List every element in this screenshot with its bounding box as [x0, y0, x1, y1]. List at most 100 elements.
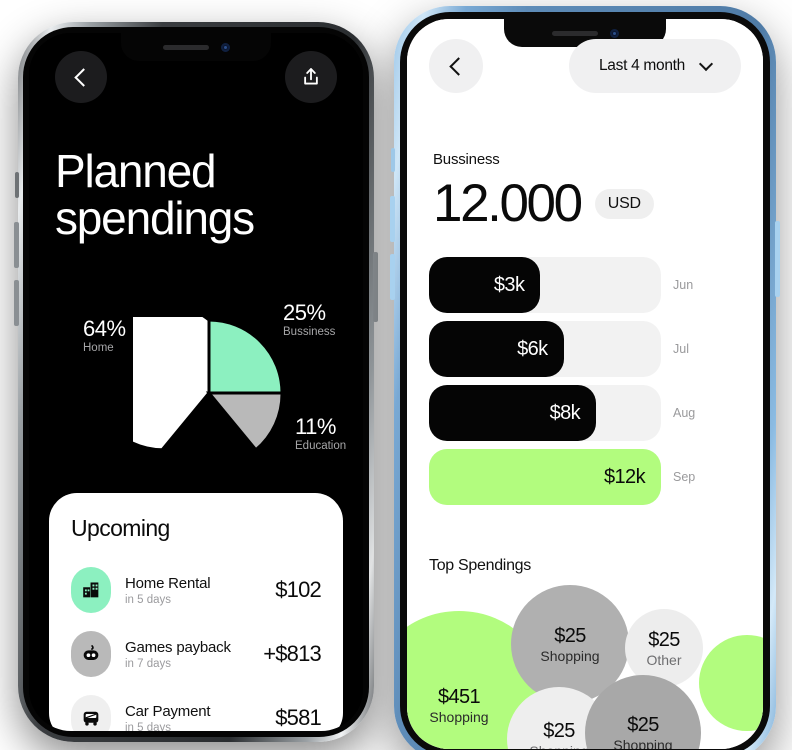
chevron-left-icon: [74, 67, 93, 87]
period-selector-label: Last 4 month: [598, 57, 685, 74]
back-button[interactable]: [55, 51, 107, 103]
list-item-name: Home Rental: [125, 574, 211, 592]
phone-left-screen: Planned spendings 64% Home 25% Bussiness…: [29, 33, 363, 731]
bar-track: $3k: [429, 257, 661, 313]
bar-track: $6k: [429, 321, 661, 377]
pie-label-education: 11% Education: [295, 415, 346, 452]
list-item-name: Games payback: [125, 638, 231, 656]
list-item-name: Car Payment: [125, 702, 211, 720]
back-button[interactable]: [429, 39, 483, 93]
volume-up-button[interactable]: [14, 222, 19, 268]
spending-bubble[interactable]: [699, 635, 763, 731]
list-item-due: in 5 days: [125, 593, 172, 606]
bubble-amount: $25: [648, 628, 680, 651]
bar-row[interactable]: $12k Sep: [429, 449, 745, 505]
volume-up-button[interactable]: [390, 196, 395, 242]
currency-badge: USD: [594, 188, 654, 219]
bubble-name: Other: [646, 651, 682, 668]
list-item-text: Games payback in 7 days: [125, 639, 249, 670]
bar-row[interactable]: $6k Jul: [429, 321, 745, 377]
bar-month-label: Aug: [673, 406, 696, 420]
period-selector[interactable]: Last 4 month: [569, 39, 741, 93]
page-title: Planned spendings: [55, 148, 345, 242]
bus-icon: [71, 695, 111, 731]
bubble-amount: $25: [543, 719, 575, 742]
list-item-text: Car Payment in 5 days: [125, 703, 261, 732]
right-topbar: Last 4 month: [407, 39, 763, 93]
upcoming-card: Upcoming Home Rental in 5 days $102 Game…: [49, 493, 343, 731]
upcoming-heading: Upcoming: [71, 515, 170, 541]
bar-fill: $12k: [429, 449, 661, 505]
pie-label-education-pct: 11%: [295, 414, 336, 439]
bar-month-label: Jul: [673, 342, 689, 356]
bar-row[interactable]: $8k Aug: [429, 385, 745, 441]
page-title-line1: Planned: [55, 145, 217, 197]
bubble-name: Shopping: [429, 708, 489, 725]
building-icon: [71, 567, 111, 613]
pie-label-bussiness: 25% Bussiness: [283, 301, 335, 338]
bar-track: $12k: [429, 449, 661, 505]
bar-value-label: $6k: [517, 337, 548, 360]
phone-right: Last 4 month Bussiness 12.000 USD $3k Ju…: [390, 6, 780, 750]
bubble-name: Shopping: [540, 647, 600, 664]
mockup-stage: Planned spendings 64% Home 25% Bussiness…: [0, 0, 792, 750]
list-item-due: in 7 days: [125, 657, 172, 670]
monthly-bar-chart: $3k Jun $6k Jul $8k Aug $12k Sep: [429, 257, 745, 513]
share-upload-icon: [304, 68, 318, 85]
bubble-amount: $25: [554, 624, 586, 647]
left-topbar: [29, 51, 363, 103]
power-button[interactable]: [775, 221, 780, 297]
phone-left: Planned spendings 64% Home 25% Bussiness…: [14, 22, 378, 742]
bar-value-label: $3k: [493, 273, 525, 296]
mute-switch[interactable]: [391, 148, 395, 172]
mute-switch[interactable]: [15, 172, 19, 198]
pie-label-bussiness-name: Bussiness: [283, 326, 336, 339]
summary-amount-row: 12.000 USD: [433, 177, 743, 230]
bar-value-label: $12k: [604, 465, 646, 488]
game-robot-icon: [71, 631, 111, 677]
bar-fill: $8k: [429, 385, 597, 441]
list-item[interactable]: Games payback in 7 days +$813: [71, 622, 322, 686]
earpiece-speaker-icon: [162, 44, 209, 50]
bar-month-label: Jun: [673, 278, 694, 292]
bar-row[interactable]: $3k Jun: [429, 257, 745, 313]
pie-chart-svg: [133, 317, 284, 452]
top-spendings-bubbles: $451 Shopping $25 Shopping $25 Other $25…: [407, 577, 763, 749]
bubble-amount: $451: [437, 685, 481, 708]
bar-fill: $6k: [429, 321, 564, 377]
pie-label-education-name: Education: [295, 440, 347, 453]
pie-slice-home: [133, 317, 211, 452]
share-button[interactable]: [285, 51, 337, 103]
pie-slice-bussiness: [207, 318, 284, 395]
list-item-text: Home Rental in 5 days: [125, 575, 261, 606]
power-button[interactable]: [373, 252, 378, 322]
bar-fill: $3k: [429, 257, 541, 313]
earpiece-speaker-icon: [551, 30, 598, 36]
pie-label-home-pct: 64%: [83, 316, 126, 341]
chevron-down-icon: [698, 56, 714, 71]
list-item-due: in 5 days: [125, 721, 172, 732]
pie-slice-education: [205, 391, 284, 452]
list-item-amount: $102: [275, 577, 322, 602]
volume-down-button[interactable]: [390, 254, 395, 300]
phone-right-screen: Last 4 month Bussiness 12.000 USD $3k Ju…: [407, 19, 763, 749]
list-item-amount: $581: [275, 705, 322, 730]
list-item[interactable]: Car Payment in 5 days $581: [71, 686, 322, 732]
top-spendings-heading: Top Spendings: [429, 557, 531, 574]
pie-label-home-name: Home: [83, 342, 114, 355]
pie-label-home: 64% Home: [83, 317, 126, 354]
bubble-name: Shopping: [529, 743, 588, 750]
pie-chart: [133, 317, 285, 469]
bar-value-label: $8k: [549, 401, 581, 424]
summary-amount: 12.000: [433, 174, 583, 233]
pie-label-bussiness-pct: 25%: [283, 300, 326, 325]
bar-track: $8k: [429, 385, 661, 441]
bar-month-label: Sep: [673, 470, 696, 484]
pie-chart-section: 64% Home 25% Bussiness 11% Education: [29, 295, 363, 515]
list-item-amount: +$813: [263, 641, 322, 666]
list-item[interactable]: Home Rental in 5 days $102: [71, 558, 322, 622]
chevron-left-icon: [449, 56, 468, 76]
summary-category: Bussiness: [433, 151, 500, 168]
page-title-line2: spendings: [55, 191, 255, 244]
volume-down-button[interactable]: [14, 280, 19, 326]
